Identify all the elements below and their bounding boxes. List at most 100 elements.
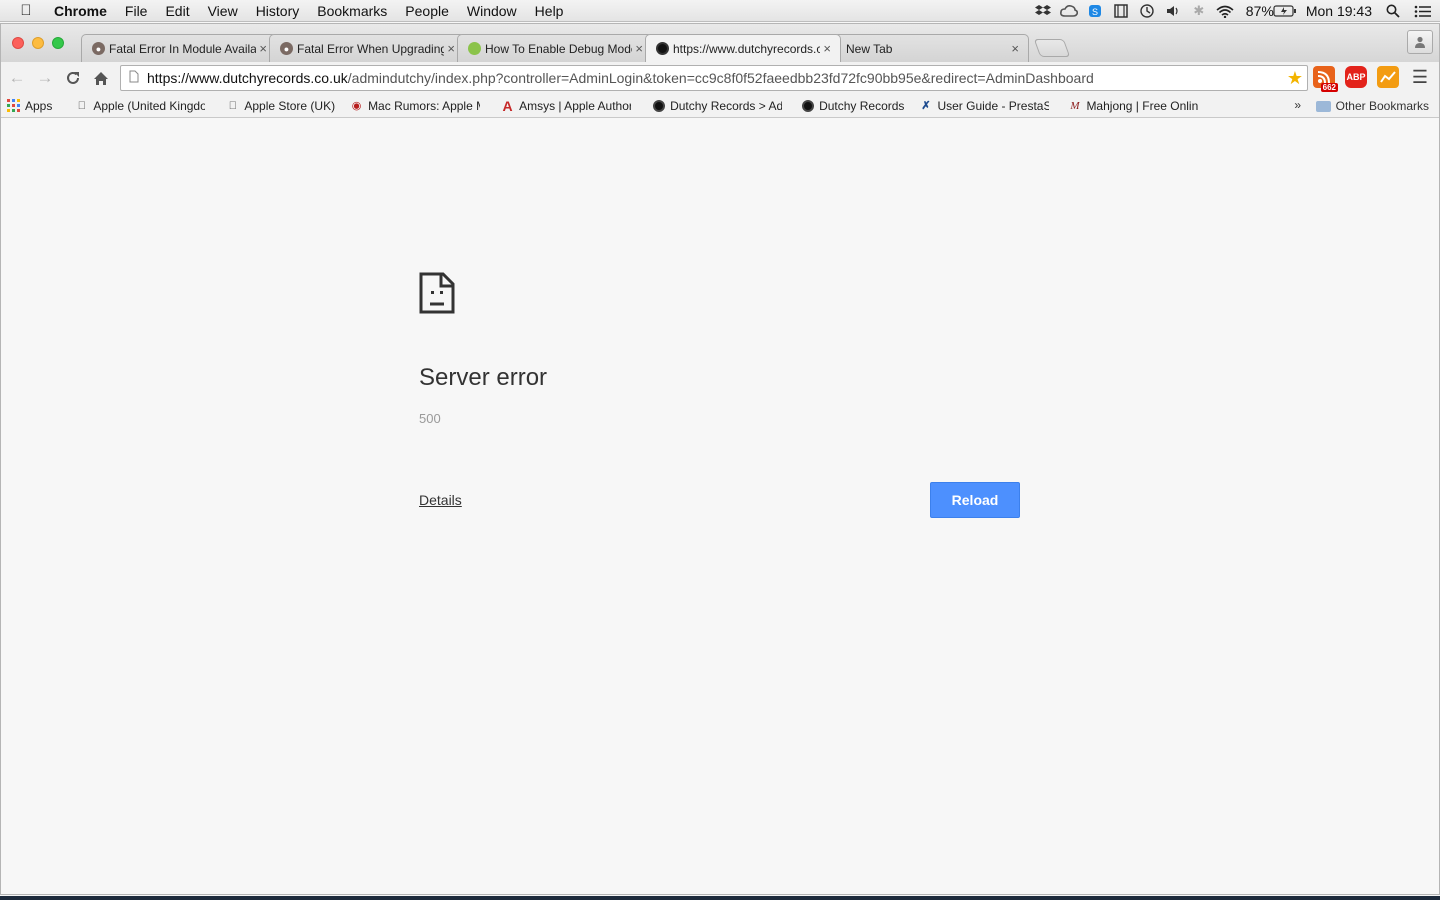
window-minimize-button[interactable] xyxy=(32,37,44,49)
url-path: /admindutchy/index.php?controller=AdminL… xyxy=(347,70,1094,86)
dropbox-icon[interactable] xyxy=(1030,0,1056,22)
reload-button[interactable]: Reload xyxy=(930,482,1020,518)
battery-charging-icon[interactable] xyxy=(1272,0,1298,22)
address-bar[interactable]: https://www.dutchyrecords.co.uk/admindut… xyxy=(120,65,1308,91)
bookmark-user-guide[interactable]: ✗ User Guide - PrestaShop xyxy=(913,99,1058,113)
notification-center-icon[interactable] xyxy=(1406,0,1440,22)
adblock-label: ABP xyxy=(1346,72,1366,82)
volume-icon[interactable] xyxy=(1160,0,1186,22)
browser-toolbar: ← → https://www.dutchyrecords.co.uk/admi… xyxy=(1,62,1439,94)
bookmark-dutchy-admin[interactable]: Dutchy Records > Admin xyxy=(646,99,791,113)
bookmark-apple-uk[interactable]:  Apple (United Kingdom) xyxy=(69,99,214,113)
profile-button[interactable] xyxy=(1407,30,1433,54)
bookmark-mahjong[interactable]: M Mahjong | Free Online xyxy=(1062,99,1207,113)
skype-icon[interactable]: S xyxy=(1082,0,1108,22)
rss-badge: 662 xyxy=(1320,83,1338,92)
rss-feed-icon[interactable]: 662 xyxy=(1313,66,1338,92)
tabs-container: ● Fatal Error In Module Available × ● Fa… xyxy=(81,34,1071,62)
spotlight-search-icon[interactable] xyxy=(1380,0,1406,22)
menu-help[interactable]: Help xyxy=(526,3,573,19)
other-bookmarks-folder[interactable]: Other Bookmarks xyxy=(1315,94,1429,118)
back-arrow-icon[interactable]: ← xyxy=(3,64,31,92)
tab-new-tab[interactable]: New Tab × xyxy=(833,34,1029,62)
menu-history[interactable]: History xyxy=(247,3,309,19)
prestashop-icon: ● xyxy=(280,42,293,55)
apps-grid-icon xyxy=(7,99,20,112)
bookmark-apps[interactable]: Apps xyxy=(1,99,61,113)
prestashop-icon: ● xyxy=(92,42,105,55)
tab-title: Fatal Error When Upgrading xyxy=(297,41,444,56)
bookmark-label: Mac Rumors: Apple Mac xyxy=(368,98,480,113)
sad-document-icon xyxy=(419,272,455,319)
creative-cloud-icon[interactable] xyxy=(1056,0,1082,22)
bookmark-apple-store[interactable]:  Apple Store (UK) xyxy=(220,99,344,113)
bookmark-mac-rumors[interactable]: ◉ Mac Rumors: Apple Mac xyxy=(344,99,489,113)
tab-fatal-error-module[interactable]: ● Fatal Error In Module Available × xyxy=(81,34,277,62)
error-code: 500 xyxy=(419,411,441,426)
bookmark-label: Dutchy Records xyxy=(819,98,905,113)
bookmarks-overflow-button[interactable]: » xyxy=(1294,98,1301,112)
tab-close-icon[interactable]: × xyxy=(635,41,643,56)
vinyl-icon xyxy=(652,99,665,112)
green-leaf-icon xyxy=(468,42,481,55)
other-bookmarks-label: Other Bookmarks xyxy=(1335,99,1429,113)
wifi-icon[interactable] xyxy=(1212,0,1238,22)
bookmarks-bar: Apps  Apple (United Kingdom)  Apple St… xyxy=(1,94,1439,118)
bookmark-label: Apple Store (UK) xyxy=(244,98,336,113)
bookmark-star-icon[interactable]: ★ xyxy=(1287,68,1303,89)
page-icon[interactable] xyxy=(121,70,147,86)
menu-window[interactable]: Window xyxy=(458,3,526,19)
chrome-window: ● Fatal Error In Module Available × ● Fa… xyxy=(0,23,1440,895)
reload-icon[interactable] xyxy=(59,64,87,92)
apple-icon:  xyxy=(75,99,88,112)
apple-menu-icon[interactable]:  xyxy=(0,2,52,19)
menu-file[interactable]: File xyxy=(116,3,157,19)
tab-close-icon[interactable]: × xyxy=(1011,41,1019,56)
tab-close-icon[interactable]: × xyxy=(259,41,267,56)
bookmark-label: Apple (United Kingdom) xyxy=(93,98,206,113)
menu-bookmarks[interactable]: Bookmarks xyxy=(308,3,396,19)
tab-fatal-error-upgrading[interactable]: ● Fatal Error When Upgrading × xyxy=(269,34,465,62)
tab-enable-debug-mode[interactable]: How To Enable Debug Mode × xyxy=(457,34,653,62)
prestashop-icon: ✗ xyxy=(921,100,931,112)
menu-app-name[interactable]: Chrome xyxy=(52,3,116,19)
time-machine-icon[interactable] xyxy=(1134,0,1160,22)
bookmark-amsys[interactable]: A Amsys | Apple Authorised xyxy=(495,97,640,114)
bookmark-label: Dutchy Records > Admin xyxy=(670,98,783,113)
tab-dutchyrecords-active[interactable]: https://www.dutchyrecords.co.uk × xyxy=(645,34,841,62)
tab-title: Fatal Error In Module Available xyxy=(109,41,256,56)
menu-view[interactable]: View xyxy=(199,3,247,19)
apple-icon:  xyxy=(226,99,239,112)
tab-close-icon[interactable]: × xyxy=(447,41,455,56)
details-button[interactable]: Details xyxy=(419,492,462,508)
vinyl-icon xyxy=(801,99,814,112)
menu-edit[interactable]: Edit xyxy=(156,3,198,19)
chrome-menu-icon[interactable]: ☰ xyxy=(1409,66,1431,88)
url-host: https://www.dutchyrecords.co.uk xyxy=(147,70,348,86)
home-icon[interactable] xyxy=(87,64,115,92)
dock-edge xyxy=(0,896,1440,900)
bookmark-label: Apps xyxy=(25,98,53,113)
forward-arrow-icon[interactable]: → xyxy=(31,64,59,92)
menubar-clock[interactable]: Mon 19:43 xyxy=(1298,3,1380,19)
adblock-plus-icon[interactable]: ABP xyxy=(1345,66,1367,88)
window-zoom-button[interactable] xyxy=(52,37,64,49)
bookmark-label: User Guide - PrestaShop xyxy=(937,98,1050,113)
bookmark-dutchy-records[interactable]: Dutchy Records xyxy=(795,99,913,113)
url-text[interactable]: https://www.dutchyrecords.co.uk/admindut… xyxy=(147,70,1094,86)
svg-text:S: S xyxy=(1092,7,1098,17)
vinyl-icon xyxy=(656,42,669,55)
tab-strip: ● Fatal Error In Module Available × ● Fa… xyxy=(1,24,1439,62)
folder-icon xyxy=(1315,100,1331,112)
chart-extension-icon[interactable] xyxy=(1377,66,1399,88)
bookmark-label: Mahjong | Free Online xyxy=(1086,98,1199,113)
menu-people[interactable]: People xyxy=(396,3,458,19)
bootcamp-icon[interactable] xyxy=(1108,0,1134,22)
new-tab-button[interactable] xyxy=(1033,39,1071,57)
macos-menu-bar:  Chrome File Edit View History Bookmark… xyxy=(0,0,1440,22)
tab-close-icon[interactable]: × xyxy=(823,41,831,56)
bluetooth-icon[interactable]: ✱ xyxy=(1186,0,1212,22)
window-close-button[interactable] xyxy=(12,37,24,49)
bookmark-label: Amsys | Apple Authorised xyxy=(519,98,632,113)
amsys-icon: A xyxy=(502,97,513,114)
